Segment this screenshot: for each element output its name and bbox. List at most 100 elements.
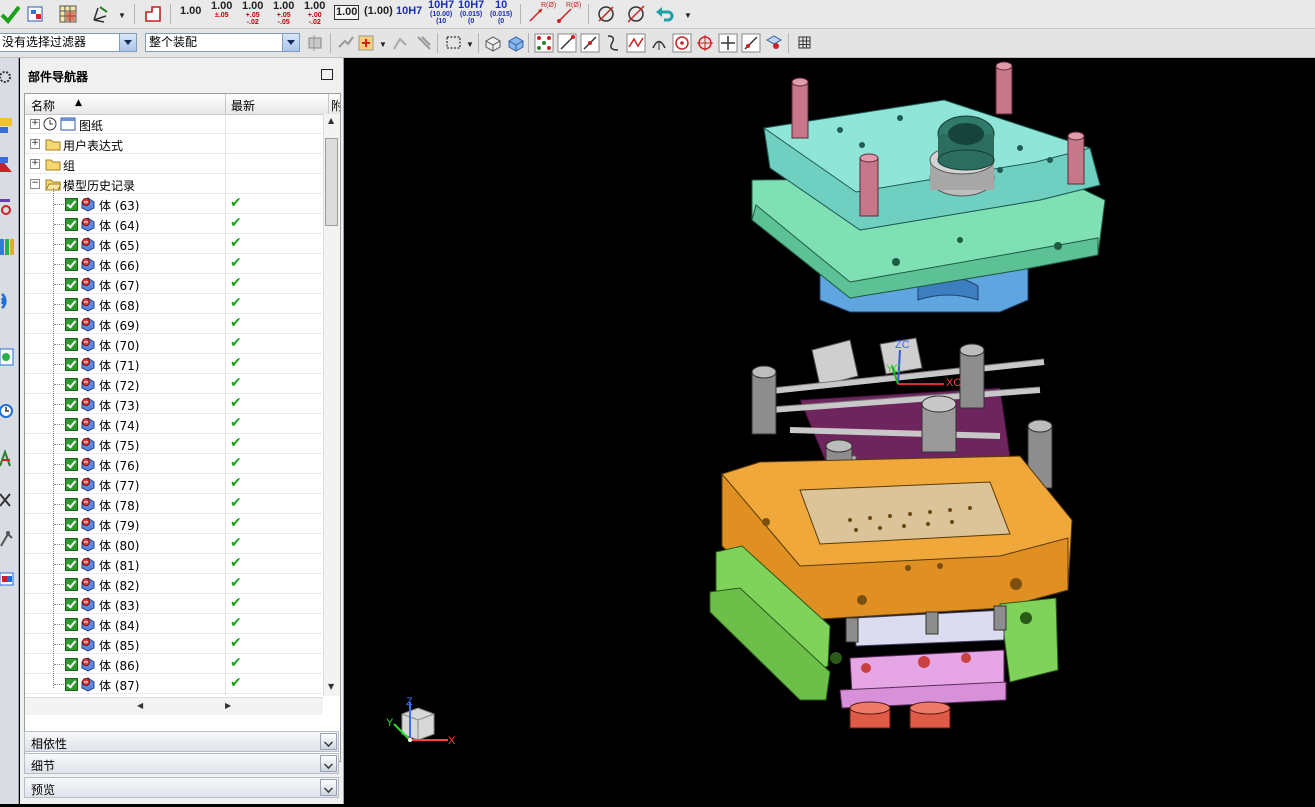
chevron-down-icon[interactable] (119, 34, 136, 51)
tree-node-body[interactable]: 体 (79) ✔ (25, 514, 321, 534)
tree-node-model-history[interactable]: − 模型历史记录 (25, 174, 321, 194)
vertical-scrollbar[interactable]: ▲ ▼ (323, 114, 340, 696)
grid-table-icon[interactable] (58, 4, 78, 24)
web-browser-icon[interactable] (0, 346, 16, 368)
column-header-name[interactable]: 名称 (31, 97, 55, 114)
snap-point-on-curve-icon[interactable] (718, 33, 738, 53)
chevron-down-icon[interactable] (282, 34, 299, 51)
wireframe-box-icon[interactable] (483, 33, 503, 53)
rectangle-sketch-icon[interactable] (143, 4, 163, 24)
snap-control-point-icon[interactable] (603, 33, 623, 53)
snap-all-points-icon[interactable] (534, 33, 554, 53)
visibility-checkbox[interactable] (65, 678, 78, 691)
visibility-checkbox[interactable] (65, 458, 78, 471)
horizontal-scrollbar[interactable]: ◀ ▶ (25, 697, 323, 715)
visibility-checkbox[interactable] (65, 418, 78, 431)
column-header-attached[interactable]: 附 (331, 97, 340, 114)
tree-node-body[interactable]: 体 (84) ✔ (25, 614, 321, 634)
visibility-checkbox[interactable] (65, 358, 78, 371)
scroll-up-icon[interactable]: ▲ (328, 116, 334, 125)
system-scenes-icon[interactable] (0, 568, 16, 590)
assembly-navigator-icon[interactable] (0, 114, 16, 136)
visibility-checkbox[interactable] (65, 578, 78, 591)
undo-arrow-icon[interactable] (655, 4, 675, 24)
scroll-thumb[interactable] (325, 138, 338, 226)
role-icon[interactable] (0, 528, 16, 550)
dim-bilateral[interactable]: 1.00 ±.05 (211, 1, 232, 20)
tree-node-body[interactable]: 体 (85) ✔ (25, 634, 321, 654)
top-mold-plates[interactable] (751, 61, 1106, 313)
snap-intersection-icon[interactable] (626, 33, 646, 53)
tree-node-body[interactable]: 体 (74) ✔ (25, 414, 321, 434)
dropdown-arrow-icon[interactable]: ▼ (466, 41, 474, 49)
toolbar-more-icon[interactable]: ▼ (684, 12, 692, 20)
tree-node-user-expressions[interactable]: + 用户表达式 (25, 134, 321, 154)
constraint-navigator-icon[interactable] (0, 154, 16, 176)
snap-on-face-icon[interactable] (741, 33, 761, 53)
select-in-assembly-icon[interactable] (306, 33, 326, 53)
visibility-checkbox[interactable] (65, 638, 78, 651)
details-panel[interactable]: 细节 (24, 753, 339, 774)
maximize-icon[interactable] (321, 69, 333, 80)
orient-view-icon[interactable] (90, 4, 110, 24)
tree-node-body[interactable]: 体 (65) ✔ (25, 234, 321, 254)
feature-select-icon[interactable] (356, 33, 376, 53)
tree-node-body[interactable]: 体 (73) ✔ (25, 394, 321, 414)
hd3d-tools-icon[interactable] (0, 290, 16, 312)
part-navigator-icon[interactable] (0, 196, 16, 218)
sort-ascending-icon[interactable]: ▲ (75, 98, 82, 108)
visibility-checkbox[interactable] (65, 258, 78, 271)
tree-node-body[interactable]: 体 (66) ✔ (25, 254, 321, 274)
sketch-settings-icon[interactable] (26, 4, 46, 24)
visibility-checkbox[interactable] (65, 438, 78, 451)
dim-basic[interactable]: 1.00 (334, 5, 360, 20)
tree-node-body[interactable]: 体 (82) ✔ (25, 574, 321, 594)
selection-scope-select[interactable]: 整个装配 (145, 33, 300, 52)
part-navigator-tree[interactable]: 名称 ▲ 最新 附 +图纸+用户表达式+组−模型历史记录体 (63)✔体 (64… (24, 93, 341, 762)
tree-node-body[interactable]: 体 (71) ✔ (25, 354, 321, 374)
tree-node-body[interactable]: 体 (67) ✔ (25, 274, 321, 294)
visibility-checkbox[interactable] (65, 218, 78, 231)
visibility-checkbox[interactable] (65, 338, 78, 351)
expand-icon[interactable]: + (30, 159, 40, 169)
manufacturing-wizard-icon[interactable] (0, 488, 16, 510)
dim-nominal-1[interactable]: 1.00 (180, 6, 201, 17)
expand-icon[interactable]: + (30, 139, 40, 149)
scroll-left-icon[interactable]: ◀ (137, 701, 143, 710)
scroll-down-icon[interactable]: ▼ (328, 682, 334, 691)
chevron-down-icon[interactable] (320, 755, 337, 772)
visibility-checkbox[interactable] (65, 598, 78, 611)
finish-sketch-icon[interactable] (0, 4, 20, 24)
shaded-box-icon[interactable] (506, 33, 526, 53)
dependencies-panel[interactable]: 相依性 (24, 731, 339, 752)
gear-icon[interactable] (0, 66, 16, 88)
preview-panel[interactable]: 预览 (24, 777, 339, 798)
dim-fit-3[interactable]: 10H7 (0.015) (0 (458, 0, 484, 25)
tree-node-body[interactable]: 体 (69) ✔ (25, 314, 321, 334)
mold-assembly-model[interactable]: ZC YC XC Z Y X (344, 58, 1315, 804)
snap-endpoint-icon[interactable] (557, 33, 577, 53)
visibility-checkbox[interactable] (65, 658, 78, 671)
tree-node-body[interactable]: 体 (83) ✔ (25, 594, 321, 614)
tree-node-body[interactable]: 体 (63) ✔ (25, 194, 321, 214)
history-clock-icon[interactable] (0, 400, 16, 422)
tree-node-body[interactable]: 体 (72) ✔ (25, 374, 321, 394)
grid-icon[interactable] (795, 33, 815, 53)
visibility-checkbox[interactable] (65, 538, 78, 551)
expand-icon[interactable]: + (30, 119, 40, 129)
visibility-checkbox[interactable] (65, 498, 78, 511)
tree-node-body[interactable]: 体 (87) ✔ (25, 674, 321, 694)
dropdown-arrow-icon[interactable]: ▼ (118, 12, 126, 20)
snap-off-icon[interactable] (390, 33, 410, 53)
dim-limit-2[interactable]: 1.00 +.05 -.05 (273, 1, 294, 27)
dim-reference[interactable]: (1.00) (364, 6, 393, 17)
tree-node-body[interactable]: 体 (75) ✔ (25, 434, 321, 454)
snap-point-icon[interactable] (336, 33, 356, 53)
tree-node-body[interactable]: 体 (77) ✔ (25, 474, 321, 494)
chevron-down-icon[interactable] (320, 733, 337, 750)
collapse-icon[interactable]: − (30, 179, 40, 189)
rectangle-select-icon[interactable] (444, 33, 464, 53)
process-studio-icon[interactable] (0, 448, 16, 470)
tree-node-body[interactable]: 体 (86) ✔ (25, 654, 321, 674)
visibility-checkbox[interactable] (65, 378, 78, 391)
